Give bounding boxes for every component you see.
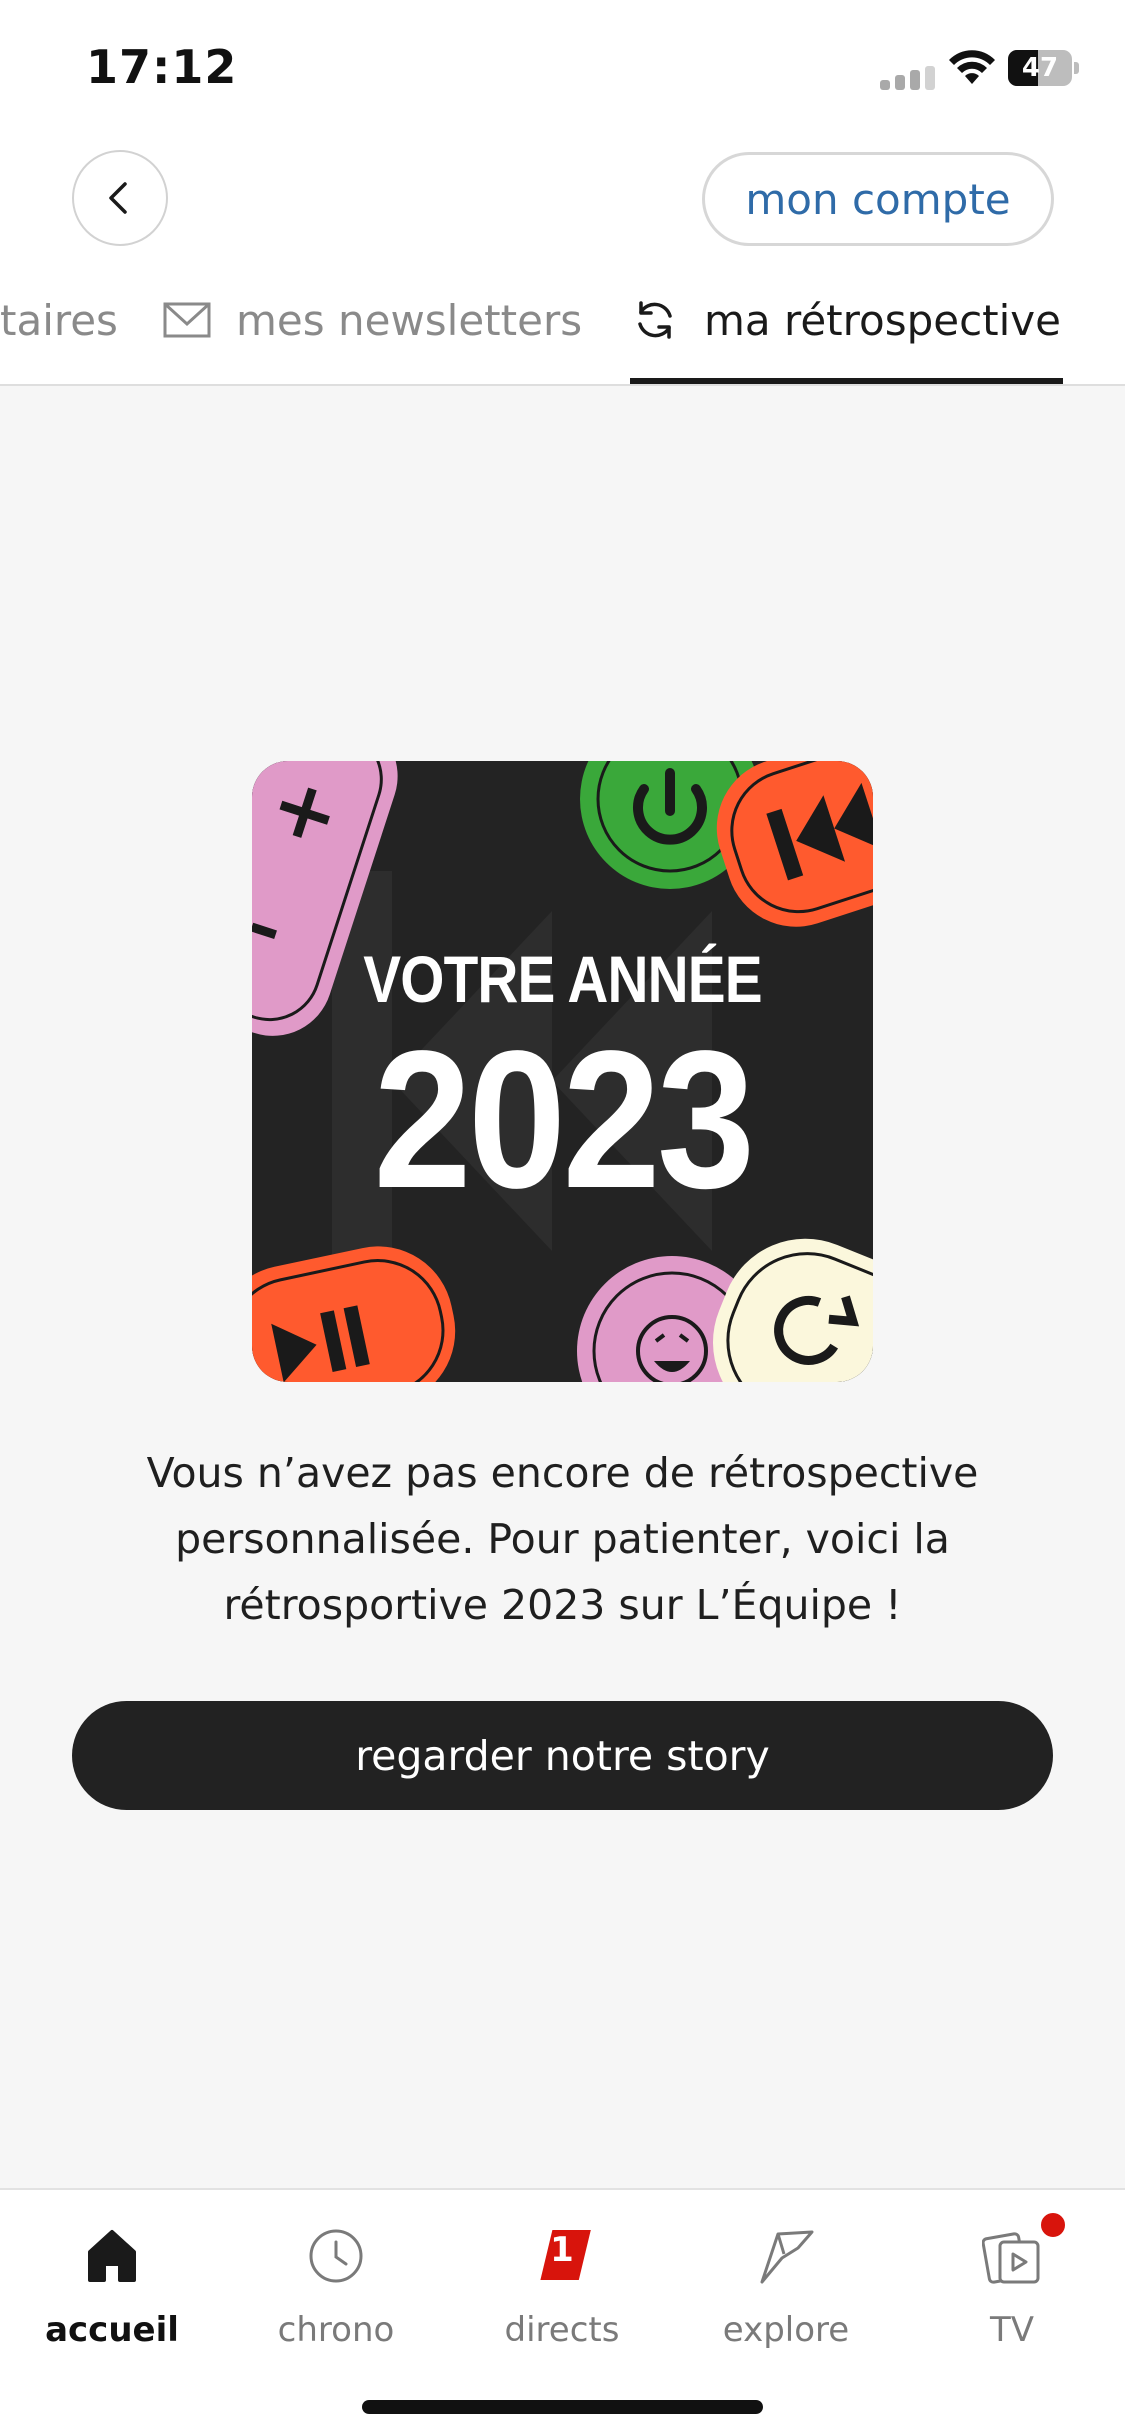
clock-icon [309, 2229, 363, 2283]
envelope-icon [163, 302, 211, 338]
nav-label: chrono [277, 2310, 395, 2350]
tab-strip: taires mes newsletters ma rétrospective [0, 276, 1125, 386]
nav-label: accueil [45, 2310, 179, 2350]
header: mon compte taires mes newsletters ma rét… [0, 140, 1125, 386]
tab-newsletters[interactable]: mes newsletters [162, 276, 582, 384]
tv-icon [982, 2232, 1040, 2284]
nav-tv[interactable]: TV [912, 2210, 1112, 2370]
signal-icon [880, 66, 935, 90]
nav-label: explore [722, 2310, 850, 2350]
home-indicator [362, 2400, 763, 2414]
page: 17:12 47 mon compte taires mes newslette… [0, 0, 1125, 2436]
battery-icon: 47 [1008, 50, 1079, 86]
tab-label: ma rétrospective [704, 296, 1061, 345]
tab-label: taires [0, 296, 118, 345]
nav-accueil[interactable]: accueil [12, 2210, 212, 2370]
tab-retrospective[interactable]: ma rétrospective [630, 276, 1063, 384]
home-icon [88, 2230, 136, 2282]
wifi-icon [949, 50, 995, 84]
live-count-badge: 1 [550, 2230, 574, 2270]
bottom-tab-bar: accueil chrono 1 directs explore TV [0, 2188, 1125, 2436]
nav-directs[interactable]: 1 directs [462, 2210, 662, 2370]
watch-story-button[interactable]: regarder notre story [72, 1701, 1053, 1810]
artwork-subtitle: VOTRE ANNÉE [363, 942, 762, 1016]
status-time: 17:12 [86, 40, 238, 94]
back-button[interactable] [72, 150, 168, 246]
account-button[interactable]: mon compte [702, 152, 1054, 246]
nav-label: directs [504, 2310, 620, 2350]
explore-icon [760, 2230, 814, 2284]
notification-dot [1038, 2210, 1068, 2240]
chevron-left-icon [109, 182, 127, 214]
tab-comments[interactable]: taires [0, 276, 118, 384]
nav-label: TV [989, 2310, 1035, 2350]
empty-state-message: Vous n’avez pas encore de rétrospective … [146, 1449, 979, 1629]
refresh-icon [638, 301, 672, 339]
tab-label: mes newsletters [236, 296, 583, 345]
status-bar: 17:12 47 [0, 0, 1125, 140]
artwork-year: 2023 [373, 1010, 755, 1229]
nav-chrono[interactable]: chrono [236, 2210, 436, 2370]
battery-level: 47 [1021, 53, 1059, 83]
nav-explore[interactable]: explore [686, 2210, 886, 2370]
retrospective-artwork[interactable]: VOTRE ANNÉE 2023 [252, 761, 873, 1382]
